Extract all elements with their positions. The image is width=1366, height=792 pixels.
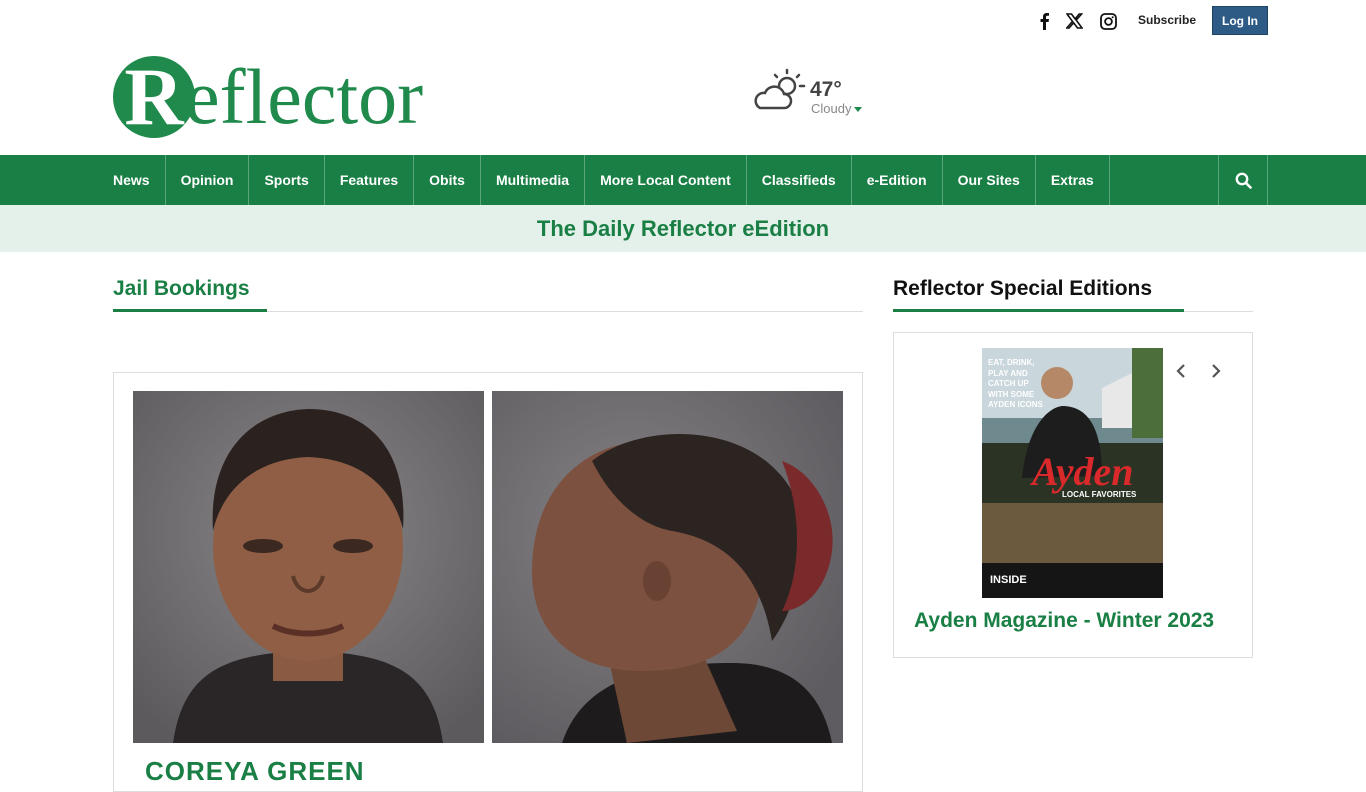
nav-item-e-edition[interactable]: e-Edition xyxy=(852,155,943,205)
eedition-banner[interactable]: The Daily Reflector eEdition xyxy=(0,205,1366,252)
magazine-cover-image[interactable]: EAT, DRINK, PLAY AND CATCH UP WITH SOME … xyxy=(982,348,1163,598)
nav-item-classifieds[interactable]: Classifieds xyxy=(747,155,852,205)
nav-item-news[interactable]: News xyxy=(113,155,166,205)
nav-item-features[interactable]: Features xyxy=(325,155,415,205)
carousel-next-button[interactable] xyxy=(1206,360,1226,382)
login-button[interactable]: Log In xyxy=(1212,6,1268,35)
magazine-title-link[interactable]: Ayden Magazine - Winter 2023 xyxy=(914,609,1214,633)
facebook-icon[interactable] xyxy=(1033,10,1055,32)
chevron-down-icon xyxy=(854,107,863,113)
nav-item-opinion[interactable]: Opinion xyxy=(166,155,250,205)
weather-condition: Cloudy xyxy=(811,101,852,116)
nav-item-obits[interactable]: Obits xyxy=(414,155,481,205)
weather-temperature: 47° xyxy=(810,78,842,101)
chevron-right-icon xyxy=(1212,364,1221,378)
mugshot-profile-image[interactable] xyxy=(492,391,843,743)
nav-item-sports[interactable]: Sports xyxy=(249,155,325,205)
site-logo[interactable]: R eflector xyxy=(113,55,423,139)
logo-text: eflector xyxy=(185,53,424,140)
search-button[interactable] xyxy=(1218,155,1268,205)
main-nav: News Opinion Sports Features Obits Multimedia… xyxy=(0,155,1366,205)
nav-item-more-local-content[interactable]: More Local Content xyxy=(585,155,747,205)
mugshot-front-image[interactable] xyxy=(133,391,484,743)
title-underline xyxy=(893,309,1184,312)
sidebar-title: Reflector Special Editions xyxy=(893,277,1153,300)
logo-initial: R xyxy=(113,56,195,138)
cover-tagline: EAT, DRINK, PLAY AND CATCH UP WITH SOME … xyxy=(988,358,1043,409)
nav-item-our-sites[interactable]: Our Sites xyxy=(943,155,1036,205)
subscribe-link[interactable]: Subscribe xyxy=(1138,13,1196,27)
cover-inside: INSIDE xyxy=(990,574,1027,586)
instagram-icon[interactable] xyxy=(1097,10,1119,32)
x-twitter-icon[interactable] xyxy=(1063,10,1085,32)
chevron-left-icon xyxy=(1176,364,1185,378)
nav-item-extras[interactable]: Extras xyxy=(1036,155,1110,205)
cover-title: Ayden xyxy=(1032,449,1134,494)
partly-cloudy-icon xyxy=(752,68,806,112)
nav-item-multimedia[interactable]: Multimedia xyxy=(481,155,586,205)
weather-condition-dropdown[interactable]: Cloudy xyxy=(811,101,863,116)
page-title: Jail Bookings xyxy=(113,277,250,300)
search-icon xyxy=(1235,172,1252,189)
cover-subtitle: LOCAL FAVORITES xyxy=(1062,490,1137,499)
top-bar: Subscribe Log In xyxy=(0,0,1366,45)
carousel-prev-button[interactable] xyxy=(1171,360,1191,382)
title-underline xyxy=(113,309,267,312)
booking-name[interactable]: COREYA GREEN xyxy=(145,756,365,787)
